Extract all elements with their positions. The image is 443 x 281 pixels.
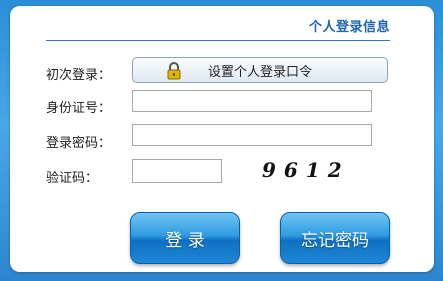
set-password-label: 设置个人登录口令 [207,64,312,80]
captcha-label: 验证码： [46,171,99,186]
id-number-label: 身份证号： [46,101,112,116]
set-password-button[interactable]: 设置个人登录口令 [132,57,388,83]
captcha-input[interactable] [132,159,222,183]
forgot-password-button[interactable]: 忘记密码 [280,212,390,264]
password-label: 登录密码： [46,136,112,151]
login-panel: 个人登录信息 初次登录： 设置个人登录口令 身份证号： 登录密码： 验证码： 9… [10,6,434,272]
panel-title: 个人登录信息 [308,20,390,35]
login-button[interactable]: 登 录 [130,212,240,264]
captcha-image[interactable]: 9612 [258,157,352,183]
password-input[interactable] [132,124,372,146]
id-number-input[interactable] [132,90,372,112]
first-login-label: 初次登录： [46,68,112,83]
lock-icon [167,62,181,80]
title-divider [46,40,390,41]
